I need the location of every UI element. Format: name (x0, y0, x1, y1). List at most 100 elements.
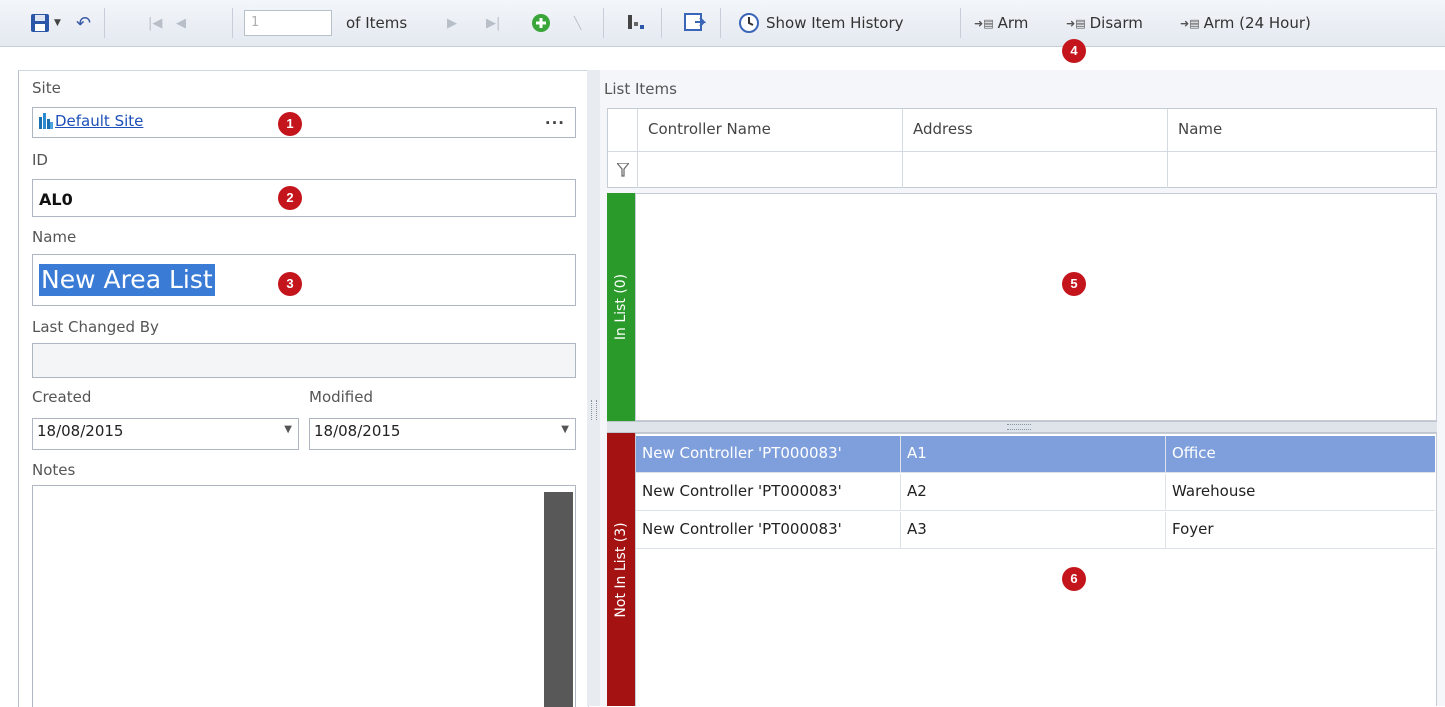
export-button[interactable] (684, 10, 706, 36)
cell-address: A2 (901, 474, 1166, 511)
modified-label: Modified (309, 388, 374, 406)
filter-icon[interactable] (608, 152, 638, 188)
splitter-grip (591, 400, 597, 420)
undo-icon[interactable]: ↶ (76, 10, 91, 36)
notes-label: Notes (32, 461, 76, 479)
column-header-name[interactable]: Name (1168, 109, 1436, 151)
toolbar-separator (603, 8, 604, 38)
next-record-icon[interactable]: ▶ (447, 10, 457, 36)
export-icon (684, 13, 706, 31)
hierarchy-icon (628, 15, 644, 29)
toolbar-separator (661, 8, 662, 38)
notes-scrollbar[interactable] (544, 492, 573, 707)
show-item-history-button[interactable]: Show Item History (738, 10, 904, 36)
modified-date-picker[interactable]: 18/08/2015 ▼ (309, 418, 576, 450)
area-list-editor: ▼ ↶ |◀ ◀ 1 of Items ▶ ▶| ╲ Show Item His… (0, 0, 1445, 707)
site-browse-button[interactable]: ... (545, 110, 565, 128)
in-list-tab[interactable]: In List (0) (607, 193, 635, 421)
chevron-down-icon[interactable]: ▼ (284, 424, 292, 435)
modified-value: 18/08/2015 (314, 422, 401, 440)
toolbar-separator (720, 8, 721, 38)
column-header-address[interactable]: Address (903, 109, 1168, 151)
table-row[interactable]: New Controller 'PT000083' A2 Warehouse (636, 474, 1435, 511)
cell-name: Warehouse (1172, 482, 1256, 500)
site-icon (39, 113, 53, 129)
panel-splitter[interactable] (587, 70, 601, 706)
cell-controller-name: New Controller 'PT000083' (636, 512, 901, 549)
in-list-label: In List (0) (613, 273, 629, 341)
add-icon (532, 14, 550, 32)
of-items-label: of Items (346, 14, 408, 32)
arm-24-hour-label: Arm (24 Hour) (1203, 14, 1311, 32)
funnel-icon (617, 163, 629, 177)
filter-name[interactable] (1168, 152, 1436, 188)
last-changed-by-field (32, 343, 576, 378)
arm-button[interactable]: ➜▤ Arm (974, 10, 1028, 36)
show-item-history-label: Show Item History (766, 14, 904, 32)
cell-address: A3 (901, 512, 1166, 549)
arm-label: Arm (997, 14, 1029, 32)
name-value: New Area List (39, 264, 215, 296)
chevron-down-icon[interactable]: ▼ (561, 424, 569, 435)
cell-controller-name: New Controller 'PT000083' (636, 474, 901, 511)
save-button[interactable] (30, 10, 50, 36)
callout-badge: 6 (1062, 567, 1086, 591)
disarm-button[interactable]: ➜▤ Disarm (1066, 10, 1143, 36)
toolbar: ▼ ↶ |◀ ◀ 1 of Items ▶ ▶| ╲ Show Item His… (0, 0, 1445, 47)
name-label: Name (32, 228, 77, 246)
table-row[interactable]: New Controller 'PT000083' A3 Foyer (636, 512, 1435, 549)
table-row[interactable]: New Controller 'PT000083' A1 Office (636, 436, 1435, 473)
disarm-label: Disarm (1089, 14, 1143, 32)
notes-textarea[interactable] (32, 485, 576, 707)
add-record-button[interactable] (531, 10, 551, 36)
callout-badge: 2 (278, 186, 302, 210)
id-label: ID (32, 151, 48, 169)
group-splitter[interactable] (607, 421, 1437, 433)
callout-badge: 3 (278, 272, 302, 296)
disarm-icon: ➜▤ (1066, 16, 1086, 30)
cell-address: A1 (901, 436, 1166, 473)
filter-row (608, 151, 1436, 188)
cell-controller-name: New Controller 'PT000083' (636, 436, 901, 473)
created-value: 18/08/2015 (37, 422, 124, 440)
callout-badge: 1 (278, 112, 302, 136)
filter-controller-name[interactable] (638, 152, 903, 188)
list-grid-header: Controller Name Address Name (607, 108, 1437, 188)
toolbar-separator (960, 8, 961, 38)
cell-name: Office (1172, 444, 1216, 462)
site-field[interactable]: Default Site ... (32, 107, 576, 138)
not-in-list-label: Not In List (3) (613, 521, 629, 618)
arm-24-hour-button[interactable]: ➜▤ Arm (24 Hour) (1180, 10, 1311, 36)
filter-address[interactable] (903, 152, 1168, 188)
site-label: Site (32, 79, 61, 97)
in-list-grid[interactable] (635, 193, 1437, 421)
callout-badge: 5 (1062, 272, 1086, 296)
splitter-grip (1007, 424, 1031, 430)
cell-name: Foyer (1172, 520, 1214, 538)
list-items-title: List Items (604, 80, 677, 98)
row-header-cell (608, 109, 638, 151)
callout-badge: 4 (1062, 39, 1086, 63)
created-date-picker[interactable]: 18/08/2015 ▼ (32, 418, 299, 450)
first-record-icon[interactable]: |◀ (148, 10, 162, 36)
details-panel: Site Default Site ... ID AL0 Name New Ar… (18, 70, 589, 707)
toolbar-separator (232, 8, 233, 38)
previous-record-icon[interactable]: ◀ (176, 10, 186, 36)
not-in-list-tab[interactable]: Not In List (3) (607, 433, 635, 706)
arm-24-hour-icon: ➜▤ (1180, 16, 1200, 30)
save-icon (31, 14, 49, 32)
last-record-icon[interactable]: ▶| (486, 10, 500, 36)
id-value: AL0 (39, 190, 73, 209)
save-dropdown-icon[interactable]: ▼ (54, 10, 61, 36)
page-number-input[interactable]: 1 (244, 10, 332, 36)
delete-record-icon[interactable]: ╲ (574, 10, 581, 36)
id-field[interactable]: AL0 (32, 179, 576, 217)
column-header-controller-name[interactable]: Controller Name (638, 109, 903, 151)
name-field[interactable]: New Area List (32, 254, 576, 306)
hierarchy-button[interactable] (626, 10, 646, 36)
site-link[interactable]: Default Site (55, 112, 143, 130)
clock-icon (739, 13, 759, 33)
last-changed-by-label: Last Changed By (32, 318, 159, 336)
created-label: Created (32, 388, 92, 406)
toolbar-separator (104, 8, 105, 38)
